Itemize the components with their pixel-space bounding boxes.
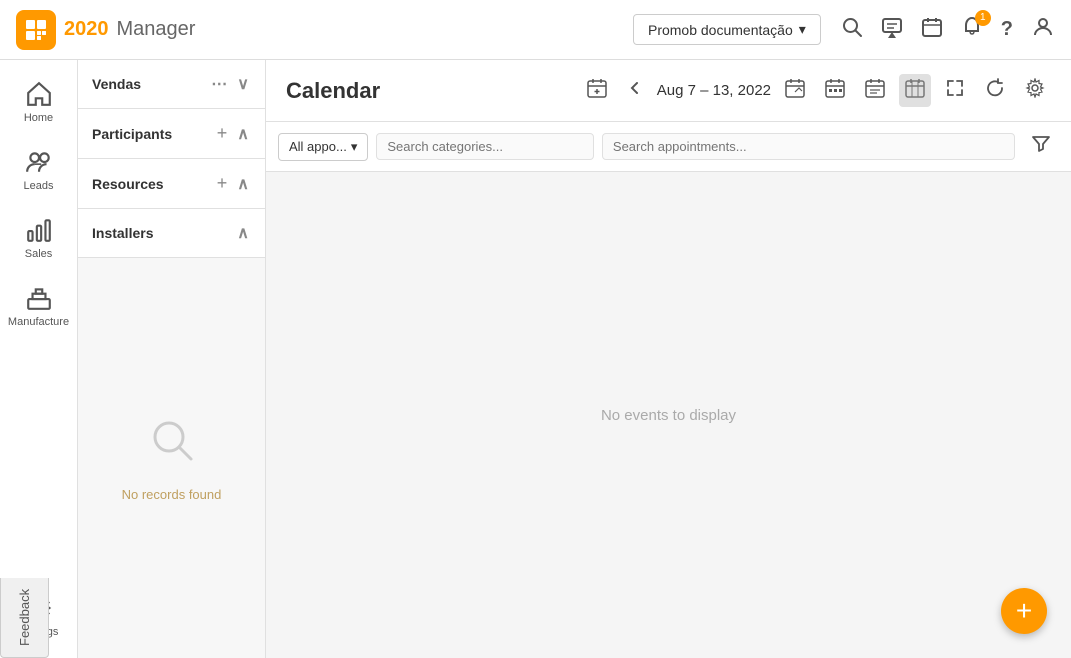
resources-toggle-icon[interactable]: ∧ [235,172,251,196]
search-categories-input[interactable] [387,139,583,154]
sidebar-item-manufacture[interactable]: Manufacture [6,274,72,338]
calendar-week-view-icon[interactable] [899,74,931,107]
sidebar-sales-label: Sales [25,248,53,260]
main-content: Calendar Aug 7 – 13, 2022 [266,60,1071,658]
resources-add-icon[interactable]: + [215,171,230,196]
vendas-section-header: Vendas ⋯ ∨ [78,60,265,108]
notification-badge: 1 [975,10,991,26]
no-records-search-icon [147,415,197,475]
search-nav-icon[interactable] [841,16,863,44]
resources-section: Resources + ∧ [78,159,265,209]
calendar-refresh-icon[interactable] [979,74,1011,107]
resources-section-header: Resources + ∧ [78,159,265,208]
app-name: 2020 [64,18,109,41]
calendar-date-picker-icon[interactable] [779,74,811,107]
resources-title: Resources [92,176,209,192]
date-range-label: Aug 7 – 13, 2022 [657,82,771,99]
appointment-filter-label: All appo... [289,139,347,154]
sidebar-item-leads[interactable]: Leads [6,138,72,202]
participants-title: Participants [92,126,209,142]
filter-funnel-icon[interactable] [1023,130,1059,163]
sidebar-leads-label: Leads [24,180,54,192]
calendar-expand-icon[interactable] [939,74,971,107]
calendar-controls: Aug 7 – 13, 2022 [581,74,1051,107]
no-events-text: No events to display [601,407,736,424]
panel-area: Vendas ⋯ ∨ Participants + ∧ Resources + … [78,60,1071,658]
participants-add-icon[interactable]: + [215,121,230,146]
installers-toggle-icon[interactable]: ∧ [235,221,251,245]
sidebar-item-sales[interactable]: Sales [6,206,72,270]
participants-section: Participants + ∧ [78,109,265,159]
chat-nav-icon[interactable] [881,16,903,44]
main-layout: Home Leads Sales Manufacture Settings Ve… [0,60,1071,658]
calendar-add-icon[interactable] [581,74,613,107]
calendar-header: Calendar Aug 7 – 13, 2022 [266,60,1071,122]
sidebar-home-label: Home [24,112,53,124]
app-logo-icon [16,10,56,50]
notification-nav-icon[interactable]: 1 [961,16,983,44]
no-records-panel: No records found [78,258,265,658]
search-appointments-wrapper [602,133,1015,160]
workspace-label: Promob documentação [648,22,793,38]
top-nav: 2020 Manager Promob documentação ▾ 1 ? [0,0,1071,60]
vendas-toggle-icon[interactable]: ∨ [235,72,251,96]
calendar-month-view-icon[interactable] [819,74,851,107]
left-sidebar: Home Leads Sales Manufacture Settings [0,60,78,658]
filter-dropdown-icon: ▾ [351,139,358,155]
page-title: Calendar [286,78,569,104]
installers-section: Installers ∧ [78,209,265,258]
participants-toggle-icon[interactable]: ∧ [235,122,251,146]
sidebar-manufacture-label: Manufacture [8,316,69,328]
help-nav-icon[interactable]: ? [1001,18,1013,41]
vendas-more-icon[interactable]: ⋯ [209,72,229,96]
calendar-nav-icon[interactable] [921,16,943,44]
installers-section-header: Installers ∧ [78,209,265,257]
nav-icons: 1 ? [841,15,1055,45]
installers-title: Installers [92,225,229,241]
left-panel: Vendas ⋯ ∨ Participants + ∧ Resources + … [78,60,266,658]
calendar-prev-icon[interactable] [621,76,649,105]
calendar-toolbar: All appo... ▾ [266,122,1071,172]
participants-section-header: Participants + ∧ [78,109,265,158]
vendas-section: Vendas ⋯ ∨ [78,60,265,109]
calendar-day-view-icon[interactable] [859,74,891,107]
workspace-selector[interactable]: Promob documentação ▾ [633,14,821,45]
app-subtitle: Manager [117,18,196,41]
search-categories-wrapper [376,133,594,160]
user-profile-icon[interactable] [1031,15,1055,45]
add-fab-button[interactable]: + [1001,588,1047,634]
calendar-settings-icon[interactable] [1019,74,1051,107]
vendas-title: Vendas [92,76,203,92]
workspace-chevron-icon: ▾ [799,21,806,38]
no-records-text: No records found [122,487,222,502]
calendar-body: No events to display [266,172,1071,658]
sidebar-item-home[interactable]: Home [6,70,72,134]
appointment-filter-btn[interactable]: All appo... ▾ [278,133,368,161]
search-appointments-input[interactable] [613,139,1004,154]
logo-area: 2020 Manager [16,10,195,50]
